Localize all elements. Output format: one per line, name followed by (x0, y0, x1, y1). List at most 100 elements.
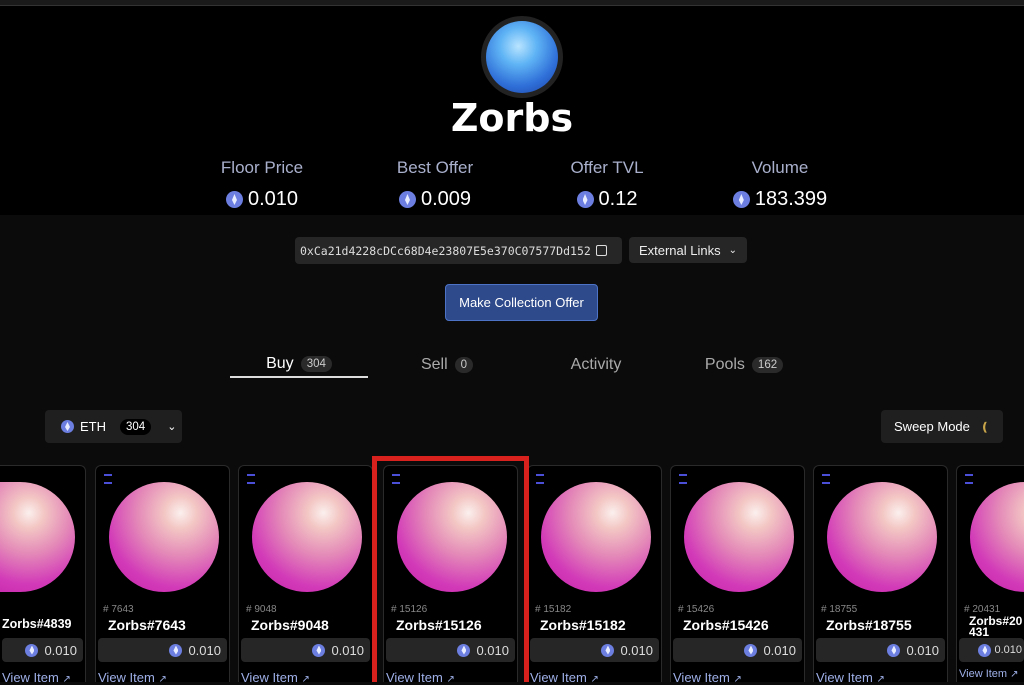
tab-count: 304 (300, 356, 332, 372)
stat-best-offer: Best Offer 0.009 (350, 158, 520, 211)
chain-filter-dropdown[interactable]: ETH 304 ⌄ (45, 410, 182, 443)
marketplace-icon (965, 474, 973, 484)
price-value: 0.010 (44, 642, 77, 658)
nft-image[interactable] (684, 482, 794, 592)
view-item-label: View Item (816, 670, 873, 685)
tab-label: Buy (266, 355, 294, 372)
eth-icon (225, 191, 243, 208)
nft-image[interactable] (252, 482, 362, 592)
nft-name: Zorbs#18755 (826, 617, 912, 633)
nft-image[interactable] (109, 482, 219, 592)
external-link-icon: ↗ (62, 674, 71, 685)
external-link-icon: ↗ (158, 674, 167, 685)
nft-name: Zorbs#15426 (683, 617, 769, 633)
view-item-label: View Item (2, 670, 59, 685)
price-value: 0.010 (994, 644, 1022, 656)
view-item-link[interactable]: View Item ↗ (530, 670, 599, 685)
price-value: 0.010 (906, 642, 939, 658)
token-id: # 18755 (821, 604, 858, 615)
view-item-label: View Item (530, 670, 587, 685)
view-item-link[interactable]: View Item ↗ (241, 670, 310, 685)
broom-icon: ❪ (979, 419, 990, 434)
eth-icon (978, 643, 992, 657)
eth-icon (744, 643, 758, 657)
price-button[interactable]: 0.010 (530, 638, 659, 662)
make-collection-offer-button[interactable]: Make Collection Offer (445, 284, 598, 321)
sweep-label: Sweep Mode (894, 419, 970, 434)
view-item-link[interactable]: View Item ↗ (673, 670, 742, 685)
contract-address[interactable]: 0xCa21d4228cDCc68D4e23807E5e370C07577Dd1… (295, 237, 622, 264)
eth-icon (398, 191, 416, 208)
nft-image[interactable] (827, 482, 937, 592)
tab-label: Activity (570, 356, 622, 373)
view-item-link[interactable]: View Item ↗ (959, 668, 1023, 681)
nft-card[interactable]: # 18755 Zorbs#18755 0.010 View Item ↗ (813, 465, 948, 685)
price-value: 0.010 (763, 642, 796, 658)
token-id: # 15182 (535, 604, 572, 615)
view-item-link[interactable]: View Item ↗ (816, 670, 885, 685)
marketplace-icon (822, 474, 830, 484)
view-item-label: View Item (959, 668, 1008, 680)
tab-buy[interactable]: Buy 304 (230, 352, 368, 378)
stat-label: Volume (751, 158, 809, 177)
external-link-icon: ↗ (1010, 669, 1019, 680)
tab-sell[interactable]: Sell 0 (378, 352, 516, 378)
view-item-label: View Item (241, 670, 298, 685)
nft-image[interactable] (0, 482, 75, 592)
price-button[interactable]: 0.010 (241, 638, 370, 662)
tab-activity[interactable]: Activity (527, 352, 665, 378)
chain-label: ETH (80, 419, 106, 434)
stat-value: 183.399 (754, 188, 828, 210)
stat-label: Floor Price (220, 158, 304, 177)
nft-card[interactable]: # 15426 Zorbs#15426 0.010 View Item ↗ (670, 465, 805, 685)
price-value: 0.010 (188, 642, 221, 658)
nft-name: Zorbs#20431 (969, 614, 1023, 639)
external-link-icon: ↗ (876, 674, 885, 685)
external-link-icon: ↗ (590, 674, 599, 685)
sweep-mode-button[interactable]: Sweep Mode ❪ (881, 410, 1003, 443)
marketplace-icon (247, 474, 255, 484)
tab-pools[interactable]: Pools 162 (675, 352, 813, 378)
tab-label: Pools (704, 356, 745, 373)
nft-image[interactable] (541, 482, 651, 592)
copy-icon[interactable] (595, 245, 607, 256)
nft-card[interactable]: # 7643 Zorbs#7643 0.010 View Item ↗ (95, 465, 230, 685)
collection-avatar (481, 16, 563, 98)
stat-value: 0.010 (247, 188, 299, 210)
chain-count: 304 (120, 418, 152, 435)
external-links-label: External Links (638, 242, 721, 258)
tab-count: 0 (454, 357, 474, 373)
nft-card[interactable]: # 15182 Zorbs#15182 0.010 View Item ↗ (527, 465, 662, 685)
stat-volume: Volume 183.399 (695, 158, 865, 211)
eth-icon (25, 643, 39, 657)
external-link-icon: ↗ (301, 674, 310, 685)
price-button[interactable]: 0.010 (2, 638, 83, 662)
price-button[interactable]: 0.010 (98, 638, 227, 662)
token-id: # 7643 (103, 604, 134, 615)
eth-icon (312, 643, 326, 657)
eth-icon (601, 643, 615, 657)
highlight-box (372, 456, 529, 682)
nft-name: Zorbs#9048 (251, 617, 329, 633)
token-id: # 9048 (246, 604, 277, 615)
price-button[interactable]: 0.010 (959, 638, 1024, 662)
tab-label: Sell (420, 356, 448, 373)
view-item-link[interactable]: View Item ↗ (2, 670, 71, 685)
eth-icon (732, 191, 750, 208)
chevron-down-icon: ⌄ (728, 244, 738, 256)
stat-value: 0.12 (598, 188, 638, 210)
price-button[interactable]: 0.010 (816, 638, 945, 662)
token-id: # 15426 (678, 604, 715, 615)
marketplace-icon (679, 474, 687, 484)
nft-card[interactable]: # 20431 Zorbs#20431 0.010 View Item ↗ (956, 465, 1024, 682)
view-item-link[interactable]: View Item ↗ (98, 670, 167, 685)
nft-card[interactable]: Zorbs#4839 0.010 View Item ↗ (0, 465, 86, 685)
nft-image[interactable] (970, 482, 1024, 592)
price-button[interactable]: 0.010 (673, 638, 802, 662)
price-value: 0.010 (331, 642, 364, 658)
nft-card[interactable]: # 9048 Zorbs#9048 0.010 View Item ↗ (238, 465, 373, 685)
external-link-icon: ↗ (733, 674, 742, 685)
nft-name: Zorbs#4839 (2, 617, 72, 631)
external-links-dropdown[interactable]: External Links ⌄ (629, 237, 747, 263)
contract-address-text: 0xCa21d4228cDCc68D4e23807E5e370C07577Dd1… (300, 243, 591, 258)
